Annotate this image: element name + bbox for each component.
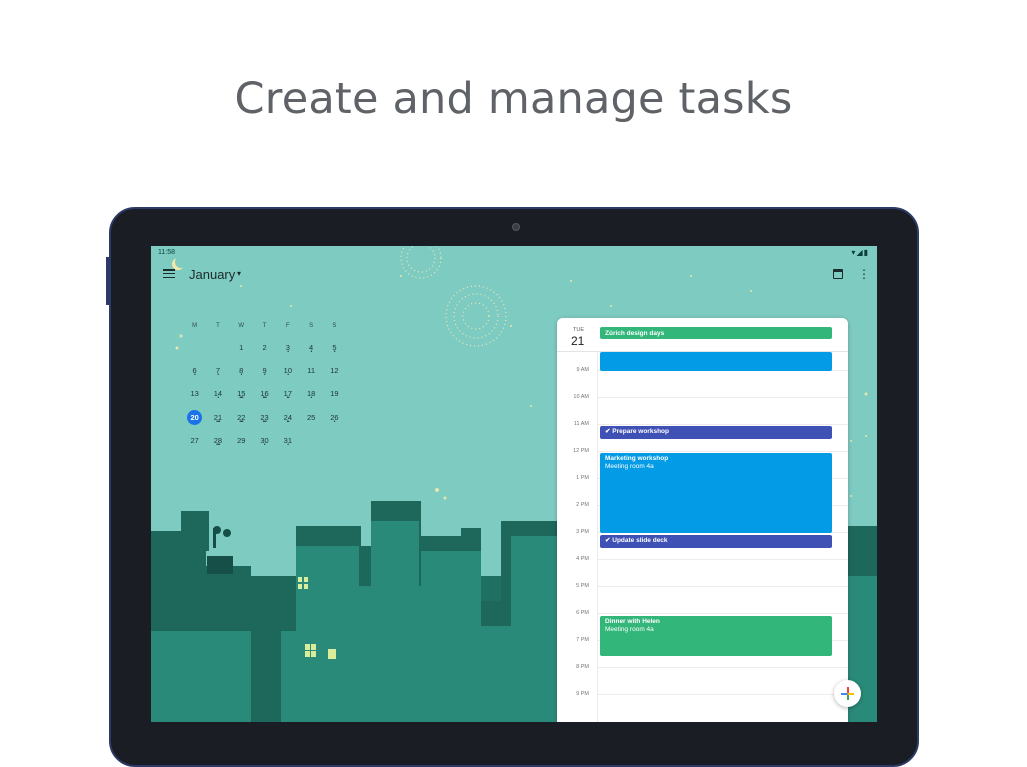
day-number	[210, 339, 225, 354]
all-day-event[interactable]: Zürich design days	[600, 327, 832, 339]
day-number: 29	[237, 435, 246, 445]
event-dots: •	[263, 372, 266, 379]
calendar-day[interactable]: 31 •	[276, 436, 299, 459]
event-dots: ••	[286, 395, 290, 402]
day-number: 19	[330, 389, 339, 399]
page-headline: Create and manage tasks	[234, 74, 793, 124]
calendar-day[interactable]: 28 •••	[206, 436, 229, 459]
hour-label: 12 PM	[573, 448, 589, 454]
check-icon: ✔	[605, 428, 611, 435]
hour-gridline	[597, 694, 848, 695]
event-marketing-workshop[interactable]: Marketing workshop Meeting room 4a	[600, 453, 832, 533]
event-dots: •••	[262, 395, 267, 402]
event-dots: •••	[216, 418, 220, 425]
event-dots: •••	[239, 395, 244, 402]
month-dropdown[interactable]: January	[189, 267, 235, 282]
event-dots: •	[194, 372, 196, 379]
day-number: 12	[330, 366, 339, 376]
today-calendar-icon[interactable]	[833, 269, 843, 279]
app-screen: 11:58 ▾◢▮ January ▾ ⋮ MTWTFSS 1 2 3 • 4 • 5 • 6 •…	[151, 246, 877, 722]
task-prepare-workshop[interactable]: ✔ Prepare workshop	[600, 426, 832, 439]
event-dots: •	[263, 441, 266, 448]
camera-icon	[512, 223, 520, 231]
status-icons: ▾◢▮	[851, 248, 869, 257]
hour-label: 4 PM	[576, 556, 589, 562]
event-location: Meeting room 4a	[605, 463, 654, 470]
event-title: Marketing workshop	[605, 455, 669, 462]
event-title: Dinner with Helen	[605, 618, 660, 625]
hour-label: 11 AM	[573, 421, 589, 427]
hour-label: 3 PM	[576, 529, 589, 535]
chevron-down-icon[interactable]: ▾	[237, 269, 241, 278]
hour-label: 9 PM	[576, 691, 589, 697]
event-dots: •	[217, 372, 219, 379]
day-number: 11	[307, 366, 316, 376]
mini-calendar: MTWTFSS 1 2 3 • 4 • 5 • 6 • 7 • 8 • 9 • 10 • 11 12 13 14 • 15 ••…	[183, 323, 346, 459]
hour-label: 8 PM	[576, 664, 589, 670]
hour-label: 10 AM	[573, 394, 589, 400]
hour-label: 5 PM	[576, 583, 589, 589]
hour-label: 7 PM	[576, 637, 589, 643]
event-dots: •••	[239, 418, 244, 425]
event-dots: •	[217, 395, 219, 402]
event-morning[interactable]	[600, 352, 832, 371]
hour-gridline	[597, 586, 848, 587]
hour-gridline	[597, 559, 848, 560]
hour-label: 6 PM	[576, 610, 589, 616]
day-number: 13	[190, 389, 199, 399]
day-weekday: TUE	[573, 327, 584, 333]
task-title: Prepare workshop	[612, 428, 669, 435]
day-number: 25	[306, 412, 316, 422]
status-time: 11:58	[158, 249, 175, 256]
day-number: 1	[239, 343, 244, 352]
hour-gridline	[597, 424, 848, 425]
calendar-week-row: 27 28 ••• 29 30 • 31 •	[183, 436, 346, 459]
event-dots: •	[333, 349, 336, 355]
calendar-day[interactable]: 29	[230, 436, 253, 459]
day-number: 27	[190, 435, 199, 445]
task-title: Update slide deck	[612, 537, 668, 544]
calendar-day	[299, 436, 322, 459]
day-number: 20	[187, 409, 203, 425]
calendar-day	[323, 436, 346, 459]
event-dots: •	[287, 372, 289, 379]
check-icon: ✔	[605, 537, 611, 544]
hour-label: 2 PM	[576, 502, 589, 508]
hour-label: 9 AM	[576, 367, 589, 373]
day-number[interactable]: 21	[571, 334, 584, 348]
calendar-day[interactable]: 30 •	[253, 436, 276, 459]
event-dots: •	[287, 441, 289, 448]
day-number	[187, 339, 202, 354]
event-location: Meeting room 4a	[605, 626, 654, 633]
hour-gridline	[597, 397, 848, 398]
event-dots: •	[310, 349, 313, 355]
hour-gridline	[597, 613, 848, 614]
event-dots: •	[287, 349, 289, 355]
event-dots: •	[310, 395, 313, 402]
day-number: 2	[262, 343, 267, 352]
day-number	[304, 432, 319, 447]
event-dots: •••	[216, 441, 220, 448]
hamburger-menu-icon[interactable]	[163, 269, 175, 279]
event-dots: •••	[262, 418, 267, 425]
task-update-slide-deck[interactable]: ✔ Update slide deck	[600, 535, 832, 548]
hour-gridline	[597, 667, 848, 668]
event-dinner-with-helen[interactable]: Dinner with Helen Meeting room 4a	[600, 616, 832, 656]
hour-label: 1 PM	[576, 475, 589, 481]
event-dots: •	[240, 372, 243, 379]
calendar-day[interactable]: 27	[183, 436, 206, 459]
event-dots: ••	[286, 418, 290, 425]
create-event-button[interactable]	[834, 680, 861, 707]
status-bar: 11:58 ▾◢▮	[151, 246, 877, 260]
day-number	[327, 432, 342, 447]
day-schedule-panel: TUE 21 Zürich design days 9 AM 10 AM 11 AM…	[557, 318, 848, 722]
more-vert-icon[interactable]: ⋮	[858, 268, 870, 280]
hour-gridline	[597, 451, 848, 452]
event-dots: •	[333, 418, 336, 425]
day-header: TUE 21 Zürich design days	[557, 318, 848, 352]
